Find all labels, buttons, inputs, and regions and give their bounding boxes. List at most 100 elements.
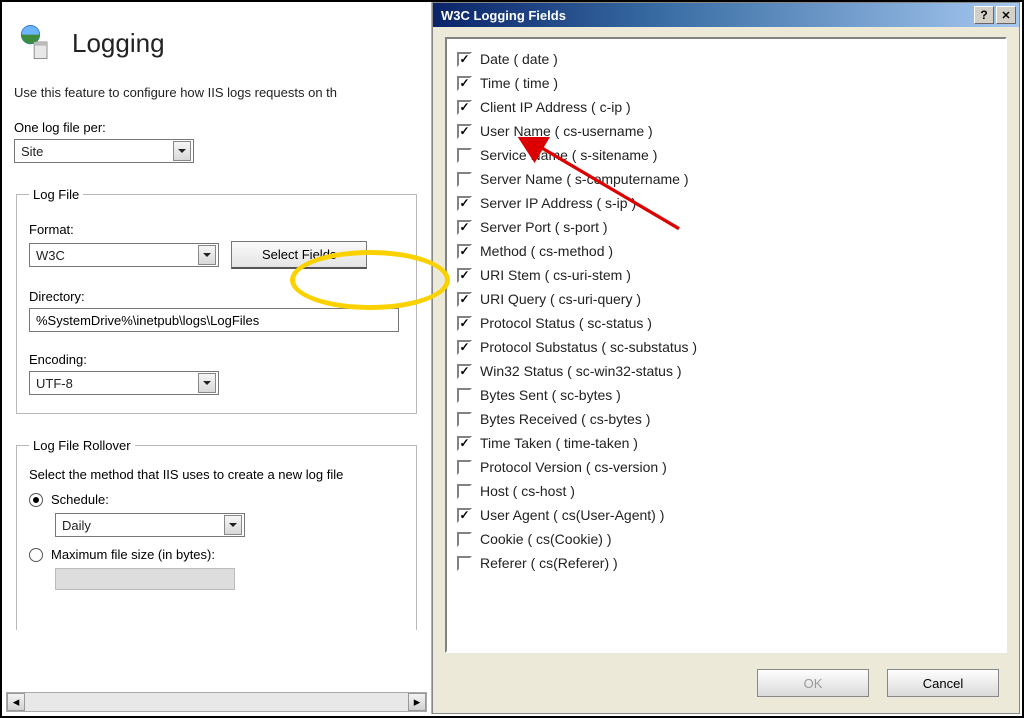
field-row[interactable]: Service Name ( s-sitename ) xyxy=(457,143,995,167)
field-label: Referer ( cs(Referer) ) xyxy=(480,555,618,571)
field-checkbox[interactable] xyxy=(457,244,472,259)
field-label: Protocol Version ( cs-version ) xyxy=(480,459,667,475)
one-log-label: One log file per: xyxy=(14,120,419,135)
scroll-right-icon[interactable]: ▸ xyxy=(408,693,426,711)
directory-input[interactable] xyxy=(29,308,399,332)
scroll-left-icon[interactable]: ◂ xyxy=(7,693,25,711)
select-fields-button[interactable]: Select Fields xyxy=(231,241,367,269)
schedule-dropdown[interactable]: Daily xyxy=(55,513,245,537)
field-row[interactable]: Cookie ( cs(Cookie) ) xyxy=(457,527,995,551)
log-file-legend: Log File xyxy=(29,187,83,202)
field-checkbox[interactable] xyxy=(457,484,472,499)
chevron-down-icon[interactable] xyxy=(198,245,216,265)
field-label: Server IP Address ( s-ip ) xyxy=(480,195,636,211)
one-log-value: Site xyxy=(21,144,169,159)
field-checkbox[interactable] xyxy=(457,388,472,403)
field-checkbox[interactable] xyxy=(457,340,472,355)
field-row[interactable]: Referer ( cs(Referer) ) xyxy=(457,551,995,575)
field-label: Service Name ( s-sitename ) xyxy=(480,147,657,163)
field-label: Client IP Address ( c-ip ) xyxy=(480,99,631,115)
field-checkbox[interactable] xyxy=(457,292,472,307)
field-row[interactable]: Protocol Substatus ( sc-substatus ) xyxy=(457,335,995,359)
field-label: Time Taken ( time-taken ) xyxy=(480,435,638,451)
page-title: Logging xyxy=(72,28,165,59)
help-button[interactable] xyxy=(974,6,994,24)
max-size-input xyxy=(55,568,235,590)
close-button[interactable] xyxy=(996,6,1016,24)
field-checkbox[interactable] xyxy=(457,316,472,331)
encoding-label: Encoding: xyxy=(29,352,404,367)
field-checkbox[interactable] xyxy=(457,76,472,91)
w3c-fields-dialog: W3C Logging Fields Date ( date )Time ( t… xyxy=(432,2,1020,714)
rollover-group: Log File Rollover Select the method that… xyxy=(16,438,417,630)
field-checkbox[interactable] xyxy=(457,364,472,379)
field-checkbox[interactable] xyxy=(457,100,472,115)
schedule-label: Schedule: xyxy=(51,492,109,507)
field-row[interactable]: Time ( time ) xyxy=(457,71,995,95)
field-label: URI Query ( cs-uri-query ) xyxy=(480,291,641,307)
field-label: Protocol Substatus ( sc-substatus ) xyxy=(480,339,697,355)
rollover-desc: Select the method that IIS uses to creat… xyxy=(29,467,404,482)
field-checkbox[interactable] xyxy=(457,124,472,139)
field-row[interactable]: Host ( cs-host ) xyxy=(457,479,995,503)
field-checkbox[interactable] xyxy=(457,268,472,283)
field-row[interactable]: Bytes Received ( cs-bytes ) xyxy=(457,407,995,431)
field-row[interactable]: Win32 Status ( sc-win32-status ) xyxy=(457,359,995,383)
log-file-group: Log File Format: W3C Select Fields Direc… xyxy=(16,187,417,414)
one-log-dropdown[interactable]: Site xyxy=(14,139,194,163)
field-label: Server Name ( s-computername ) xyxy=(480,171,689,187)
field-checkbox[interactable] xyxy=(457,508,472,523)
field-checkbox[interactable] xyxy=(457,172,472,187)
horizontal-scrollbar[interactable]: ◂ ▸ xyxy=(6,692,427,712)
field-checkbox[interactable] xyxy=(457,460,472,475)
encoding-value: UTF-8 xyxy=(36,376,194,391)
dialog-titlebar[interactable]: W3C Logging Fields xyxy=(433,3,1019,27)
field-label: Bytes Received ( cs-bytes ) xyxy=(480,411,650,427)
field-label: Host ( cs-host ) xyxy=(480,483,575,499)
field-checkbox[interactable] xyxy=(457,532,472,547)
logging-panel: Logging Use this feature to configure ho… xyxy=(2,2,432,714)
field-row[interactable]: URI Query ( cs-uri-query ) xyxy=(457,287,995,311)
field-checkbox[interactable] xyxy=(457,556,472,571)
field-label: User Agent ( cs(User-Agent) ) xyxy=(480,507,664,523)
radio-schedule[interactable] xyxy=(29,493,43,507)
field-label: Protocol Status ( sc-status ) xyxy=(480,315,652,331)
field-row[interactable]: Protocol Version ( cs-version ) xyxy=(457,455,995,479)
field-label: Bytes Sent ( sc-bytes ) xyxy=(480,387,621,403)
field-checkbox[interactable] xyxy=(457,196,472,211)
radio-max-size[interactable] xyxy=(29,548,43,562)
chevron-down-icon[interactable] xyxy=(198,373,216,393)
rollover-legend: Log File Rollover xyxy=(29,438,135,453)
field-row[interactable]: Server IP Address ( s-ip ) xyxy=(457,191,995,215)
field-checkbox[interactable] xyxy=(457,412,472,427)
logging-icon xyxy=(14,20,58,67)
field-row[interactable]: Method ( cs-method ) xyxy=(457,239,995,263)
field-label: Win32 Status ( sc-win32-status ) xyxy=(480,363,682,379)
field-row[interactable]: User Agent ( cs(User-Agent) ) xyxy=(457,503,995,527)
format-label: Format: xyxy=(29,222,404,237)
field-checkbox[interactable] xyxy=(457,52,472,67)
field-row[interactable]: User Name ( cs-username ) xyxy=(457,119,995,143)
field-checkbox[interactable] xyxy=(457,436,472,451)
encoding-dropdown[interactable]: UTF-8 xyxy=(29,371,219,395)
schedule-value: Daily xyxy=(62,518,220,533)
field-row[interactable]: Time Taken ( time-taken ) xyxy=(457,431,995,455)
chevron-down-icon[interactable] xyxy=(224,515,242,535)
field-checkbox[interactable] xyxy=(457,220,472,235)
field-row[interactable]: Client IP Address ( c-ip ) xyxy=(457,95,995,119)
fields-list[interactable]: Date ( date )Time ( time ) Client IP Addr… xyxy=(445,37,1007,653)
cancel-button[interactable]: Cancel xyxy=(887,669,999,697)
directory-label: Directory: xyxy=(29,289,404,304)
chevron-down-icon[interactable] xyxy=(173,141,191,161)
field-row[interactable]: Server Port ( s-port ) xyxy=(457,215,995,239)
field-checkbox[interactable] xyxy=(457,148,472,163)
field-row[interactable]: Date ( date ) xyxy=(457,47,995,71)
field-label: Server Port ( s-port ) xyxy=(480,219,608,235)
intro-text: Use this feature to configure how IIS lo… xyxy=(14,85,419,100)
field-row[interactable]: Server Name ( s-computername ) xyxy=(457,167,995,191)
format-dropdown[interactable]: W3C xyxy=(29,243,219,267)
field-row[interactable]: Protocol Status ( sc-status ) xyxy=(457,311,995,335)
field-row[interactable]: URI Stem ( cs-uri-stem ) xyxy=(457,263,995,287)
ok-button[interactable]: OK xyxy=(757,669,869,697)
field-row[interactable]: Bytes Sent ( sc-bytes ) xyxy=(457,383,995,407)
